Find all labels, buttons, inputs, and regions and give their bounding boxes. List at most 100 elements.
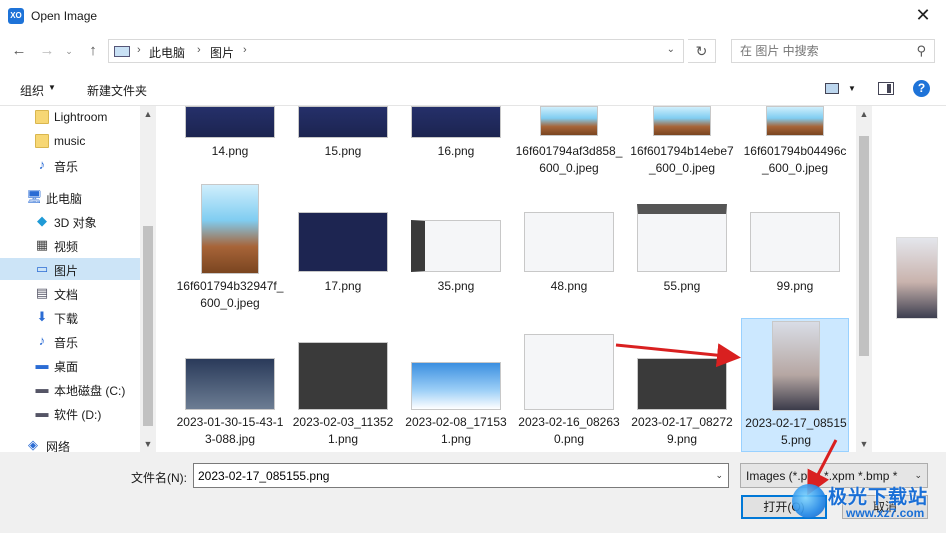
nav-item-drive-d[interactable]: ▬ 软件 (D:)	[0, 402, 140, 424]
nav-item-label: 文档	[54, 288, 79, 302]
image-thumbnail	[411, 362, 501, 410]
image-thumbnail	[298, 106, 388, 138]
nav-item-lightroom[interactable]: Lightroom	[0, 106, 140, 128]
file-tile[interactable]: 48.png	[515, 184, 623, 294]
address-dropdown-icon[interactable]: ⌄	[667, 44, 675, 55]
file-name: 2023-01-30-15-43-13-088.jpg	[176, 415, 284, 446]
nav-item-downloads[interactable]: ⬇ 下载	[0, 306, 140, 328]
scrollbar-thumb[interactable]	[859, 136, 869, 356]
music-icon: ♪	[38, 333, 46, 348]
preview-pane	[872, 106, 946, 452]
nav-item-label: 网络	[46, 440, 71, 452]
file-list: 14.png 15.png 16.png 16f601794af3d858_60…	[156, 106, 856, 452]
file-tile[interactable]: 2023-02-16_082630.png	[515, 318, 623, 452]
watermark-logo-icon	[792, 484, 826, 518]
command-toolbar: 组织 ▼ 新建文件夹 ▼ ?	[0, 70, 946, 106]
file-name: 16f601794b04496c_600_0.jpeg	[743, 144, 847, 175]
image-thumbnail	[185, 106, 275, 138]
scroll-down-arrow-icon[interactable]: ▼	[140, 436, 156, 452]
nav-item-drive-c[interactable]: ▬ 本地磁盘 (C:)	[0, 378, 140, 400]
file-tile[interactable]: 16.png	[402, 106, 510, 166]
image-thumbnail	[298, 342, 388, 410]
file-tile[interactable]: 2023-02-08_171531.png	[402, 318, 510, 452]
scrollbar-thumb[interactable]	[143, 226, 153, 426]
image-thumbnail	[298, 212, 388, 272]
view-options-caret-icon[interactable]: ▼	[848, 84, 856, 93]
file-tile[interactable]: 16f601794af3d858_600_0.jpeg	[515, 106, 623, 182]
file-name: 2023-02-17_085155.png	[745, 416, 847, 447]
file-tile[interactable]: 2023-02-03_113521.png	[289, 318, 397, 452]
nav-item-this-pc[interactable]: 🖥 此电脑	[0, 186, 140, 208]
breadcrumb-separator-icon[interactable]: ›	[197, 44, 201, 56]
address-bar[interactable]: › 此电脑 › 图片 › ⌄	[108, 39, 684, 63]
recent-locations-chevron-icon[interactable]: ⌄	[62, 40, 76, 62]
close-icon[interactable]: ✕	[900, 0, 946, 32]
network-icon: ◈	[28, 437, 38, 452]
file-list-scrollbar[interactable]: ▲ ▼	[856, 106, 872, 452]
window-title: Open Image	[31, 9, 98, 23]
nav-item-documents[interactable]: ▤ 文档	[0, 282, 140, 304]
view-mode-icon[interactable]	[825, 83, 839, 94]
pictures-icon: ▭	[35, 261, 49, 276]
up-arrow-icon[interactable]: ↑	[82, 40, 104, 62]
image-thumbnail	[653, 106, 711, 136]
nav-item-label: 3D 对象	[54, 216, 97, 230]
image-thumbnail	[750, 212, 840, 272]
nav-item-network[interactable]: ◈ 网络	[0, 434, 140, 453]
file-name: 16f601794b14ebe7_600_0.jpeg	[630, 144, 734, 175]
file-tile[interactable]: 14.png	[176, 106, 284, 166]
image-thumbnail	[637, 204, 727, 272]
new-folder-button[interactable]: 新建文件夹	[87, 82, 147, 99]
file-tile[interactable]: 35.png	[402, 184, 510, 294]
search-input[interactable]	[732, 40, 902, 62]
scroll-up-arrow-icon[interactable]: ▲	[140, 106, 156, 122]
file-tile[interactable]: 15.png	[289, 106, 397, 166]
nav-item-label: 此电脑	[46, 192, 83, 206]
file-tile-selected[interactable]: 2023-02-17_085155.png	[741, 318, 849, 452]
file-tile[interactable]: 2023-01-30-15-43-13-088.jpg	[176, 318, 284, 452]
forward-arrow-icon[interactable]: →	[36, 40, 58, 62]
nav-item-desktop[interactable]: ▬ 桌面	[0, 354, 140, 376]
file-tile[interactable]: 16f601794b04496c_600_0.jpeg	[741, 106, 849, 182]
refresh-icon[interactable]: ↻	[688, 39, 716, 63]
file-tile[interactable]: 16f601794b32947f_600_0.jpeg	[176, 184, 284, 314]
filename-input[interactable]	[194, 464, 704, 487]
file-name: 15.png	[324, 144, 362, 158]
watermark-text: 极光下载站	[828, 487, 929, 508]
file-name: 48.png	[550, 279, 588, 293]
file-name: 55.png	[663, 279, 701, 293]
filename-dropdown-icon[interactable]: ⌄	[715, 470, 723, 481]
help-icon[interactable]: ?	[913, 80, 930, 97]
desktop-icon: ▬	[35, 357, 49, 372]
nav-item-music-library[interactable]: ♪ 音乐	[0, 330, 140, 352]
file-tile[interactable]: 2023-02-17_082729.png	[628, 318, 736, 452]
filename-combobox[interactable]: ⌄	[193, 463, 729, 488]
nav-item-pictures[interactable]: ▭ 图片	[0, 258, 140, 280]
file-tile[interactable]: 17.png	[289, 184, 397, 294]
nav-item-3d-objects[interactable]: ◆ 3D 对象	[0, 210, 140, 232]
file-name: 2023-02-08_171531.png	[405, 415, 507, 446]
file-name: 16.png	[437, 144, 475, 158]
search-icon[interactable]: ⚲	[916, 43, 926, 59]
nav-item-music[interactable]: ♪ 音乐	[0, 154, 140, 176]
file-tile[interactable]: 99.png	[741, 184, 849, 294]
download-icon: ⬇	[36, 309, 48, 324]
nav-item-music-folder[interactable]: music	[0, 130, 140, 152]
nav-item-label: 桌面	[54, 360, 79, 374]
preview-pane-toggle-icon[interactable]	[878, 82, 894, 95]
organize-caret-icon[interactable]: ▼	[48, 83, 56, 92]
back-arrow-icon[interactable]: ←	[8, 40, 30, 62]
file-name: 35.png	[437, 279, 475, 293]
breadcrumb-separator-icon[interactable]: ›	[137, 44, 141, 56]
scroll-down-arrow-icon[interactable]: ▼	[856, 436, 872, 452]
scroll-up-arrow-icon[interactable]: ▲	[856, 106, 872, 122]
file-tile[interactable]: 55.png	[628, 184, 736, 294]
file-tile[interactable]: 16f601794b14ebe7_600_0.jpeg	[628, 106, 736, 182]
breadcrumb-separator-icon[interactable]: ›	[243, 44, 247, 56]
search-box[interactable]: ⚲	[731, 39, 935, 63]
navigation-scrollbar[interactable]: ▲ ▼	[140, 106, 156, 452]
nav-item-videos[interactable]: ▦ 视频	[0, 234, 140, 256]
breadcrumb-this-pc[interactable]: 此电脑	[149, 44, 185, 61]
organize-menu-button[interactable]: 组织	[20, 82, 44, 99]
breadcrumb-pictures[interactable]: 图片	[210, 44, 234, 61]
